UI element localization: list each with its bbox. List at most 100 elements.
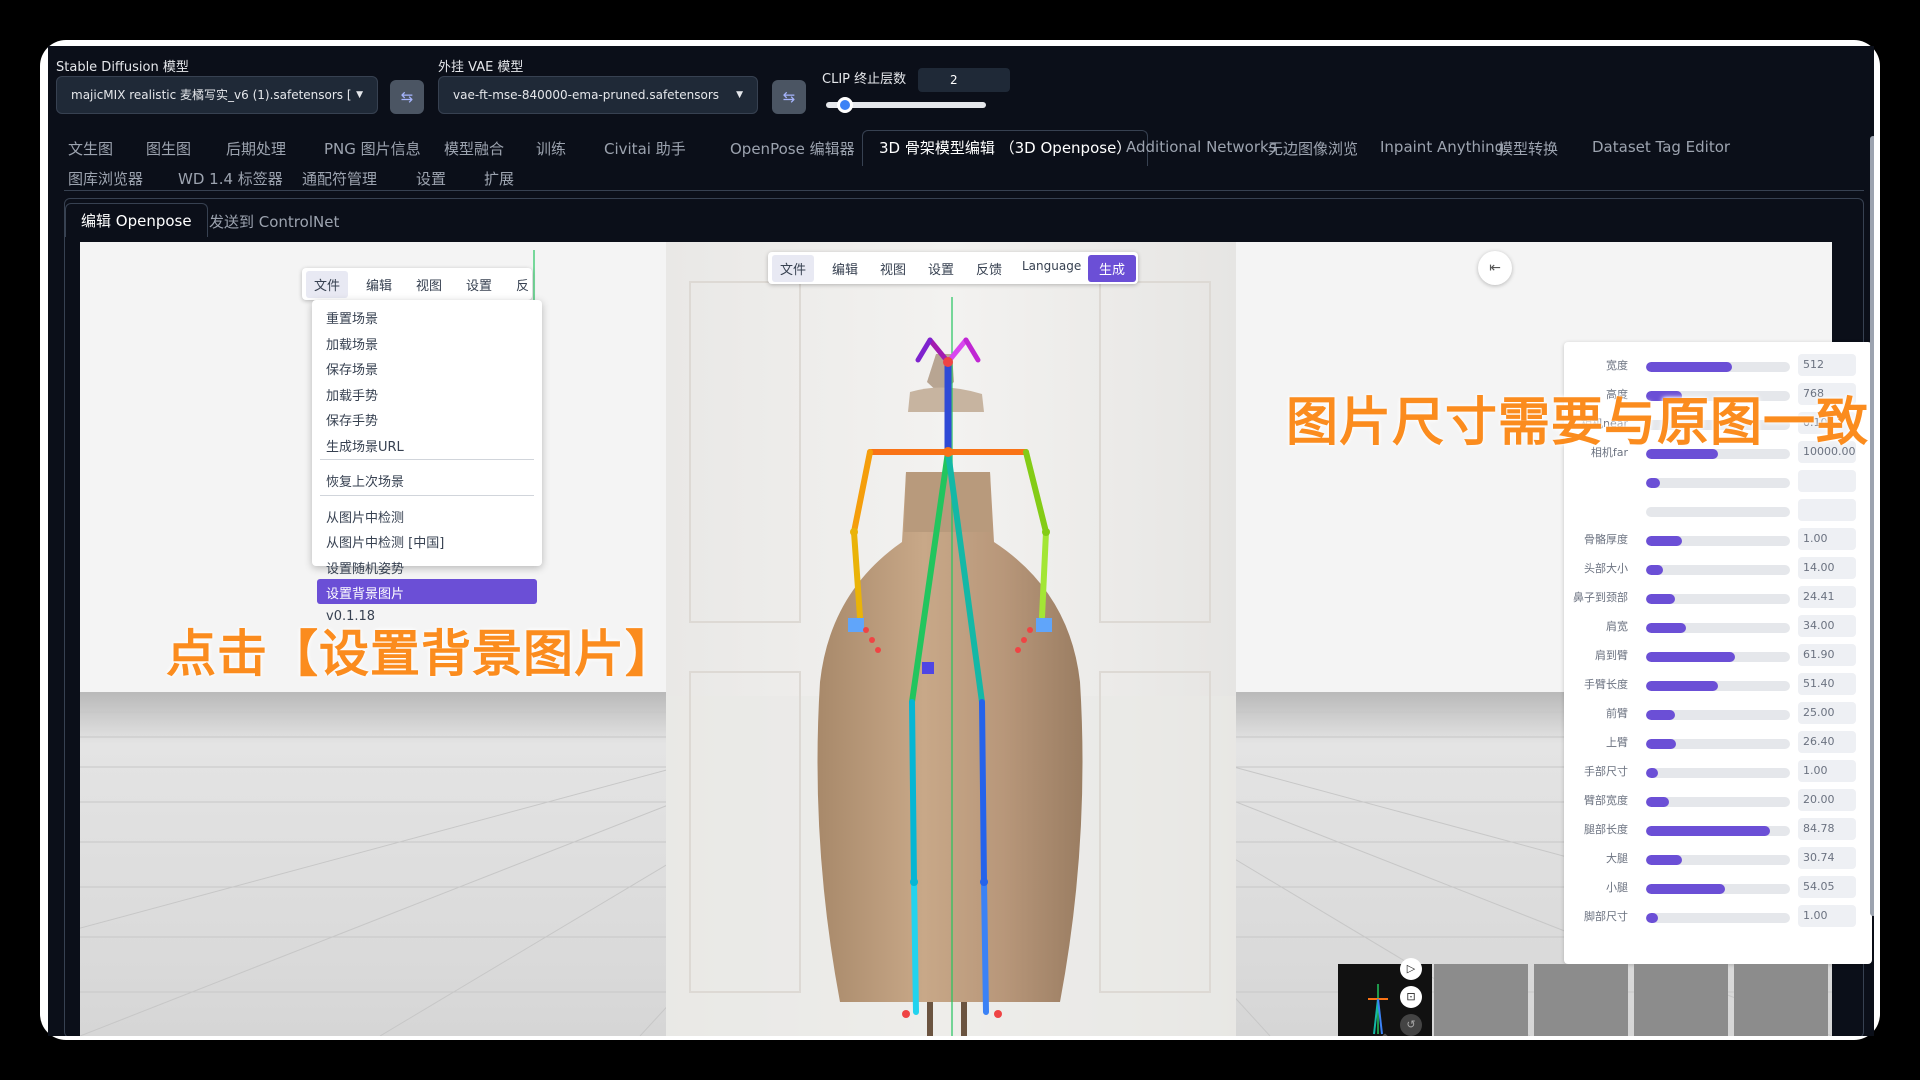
tab-3[interactable]: 后期处理 [226, 138, 286, 159]
param-slider[interactable] [1646, 710, 1790, 720]
tab-5[interactable]: 扩展 [484, 168, 514, 189]
file-menu-item[interactable]: 生成场景URL [326, 436, 404, 455]
tab-4[interactable]: 设置 [416, 168, 446, 189]
lock-icon[interactable]: ⊡ [1400, 986, 1422, 1008]
tab-8[interactable]: OpenPose 编辑器 [730, 138, 855, 159]
param-value-input[interactable]: 512 [1798, 354, 1856, 376]
param-value-input[interactable]: 61.90 [1798, 644, 1856, 666]
file-menu-item[interactable]: 设置背景图片 [317, 579, 537, 604]
tab-6[interactable]: 训练 [536, 138, 566, 159]
param-value-input[interactable]: 30.74 [1798, 847, 1856, 869]
tab-2[interactable]: 图生图 [146, 138, 191, 159]
param-label: 臂部宽度 [1584, 792, 1628, 808]
menu-settings[interactable]: 设置 [466, 275, 492, 294]
param-value-input[interactable]: 14.00 [1798, 557, 1856, 579]
param-value-input[interactable]: 51.40 [1798, 673, 1856, 695]
clip-number-input[interactable]: 2 [918, 68, 1010, 92]
menu-edit[interactable]: 编辑 [366, 275, 392, 294]
sd-refresh-button[interactable]: ⇆ [390, 80, 424, 114]
thumbnail-slot[interactable] [1634, 964, 1728, 1036]
file-menubar: 文件 编辑 视图 设置 反 [302, 268, 532, 300]
param-row [1564, 499, 1864, 523]
param-slider[interactable] [1646, 565, 1790, 575]
file-menu-item[interactable]: 保存手势 [326, 410, 378, 429]
menu-file[interactable]: 文件 [306, 271, 348, 298]
param-slider[interactable] [1646, 507, 1790, 517]
menu-file[interactable]: 文件 [772, 255, 814, 282]
param-slider[interactable] [1646, 478, 1790, 488]
param-slider[interactable] [1646, 536, 1790, 546]
menu-feedback[interactable]: 反馈 [976, 259, 1002, 278]
menu-separator [320, 459, 534, 460]
param-slider[interactable] [1646, 855, 1790, 865]
tab-1[interactable]: 图库浏览器 [68, 168, 143, 189]
param-slider[interactable] [1646, 594, 1790, 604]
param-slider[interactable] [1646, 913, 1790, 923]
param-value-input[interactable]: 1.00 [1798, 528, 1856, 550]
menu-feedback[interactable]: 反 [516, 275, 529, 294]
subtab-edit-openpose[interactable]: 编辑 Openpose [65, 203, 208, 237]
param-slider-fill [1646, 681, 1718, 691]
param-value-input[interactable]: 84.78 [1798, 818, 1856, 840]
play-icon[interactable]: ▷ [1400, 958, 1422, 980]
vae-select[interactable]: vae-ft-mse-840000-ema-pruned.safetensors… [438, 76, 758, 114]
slider-handle[interactable] [837, 97, 853, 113]
thumbnail-slot[interactable] [1734, 964, 1828, 1036]
param-value-input[interactable]: 1.00 [1798, 760, 1856, 782]
param-value-input[interactable]: 54.05 [1798, 876, 1856, 898]
param-slider[interactable] [1646, 652, 1790, 662]
param-value-input[interactable]: 34.00 [1798, 615, 1856, 637]
param-row: 大腿30.74 [1564, 847, 1864, 871]
param-value-input[interactable]: 20.00 [1798, 789, 1856, 811]
param-slider[interactable] [1646, 768, 1790, 778]
file-menu-item[interactable]: 恢复上次场景 [326, 471, 404, 490]
param-slider[interactable] [1646, 623, 1790, 633]
subtab-send-controlnet[interactable]: 发送到 ControlNet [209, 211, 339, 232]
tab-9[interactable]: 3D 骨架模型编辑 （3D Openpose） [862, 130, 1148, 166]
param-value-input[interactable]: 25.00 [1798, 702, 1856, 724]
tab-1[interactable]: 文生图 [68, 138, 113, 159]
file-menu-item[interactable]: 从图片中检测 [中国] [326, 532, 444, 551]
tab-7[interactable]: Civitai 助手 [604, 138, 686, 159]
tab-5[interactable]: 模型融合 [444, 138, 504, 159]
param-slider[interactable] [1646, 362, 1790, 372]
tab-3[interactable]: 通配符管理 [302, 168, 377, 189]
tab-2[interactable]: WD 1.4 标签器 [178, 168, 283, 189]
tab-4[interactable]: PNG 图片信息 [324, 138, 421, 159]
page-scrollbar[interactable] [1870, 136, 1874, 916]
sd-model-select[interactable]: majicMIX realistic 麦橘写实_v6 (1).safetenso… [56, 76, 378, 114]
file-menu-item[interactable]: 加载场景 [326, 334, 378, 353]
thumbnail-slot[interactable] [1534, 964, 1628, 1036]
tab-10[interactable]: Additional Networks [1126, 138, 1277, 156]
param-slider[interactable] [1646, 739, 1790, 749]
clip-slider[interactable] [826, 102, 986, 108]
param-slider[interactable] [1646, 884, 1790, 894]
param-value-input[interactable] [1798, 499, 1856, 521]
collapse-panel-button[interactable]: ⇤ [1478, 251, 1512, 285]
file-menu-item[interactable]: 重置场景 [326, 308, 378, 327]
file-menu-item[interactable]: 加载手势 [326, 385, 378, 404]
tab-14[interactable]: Dataset Tag Editor [1592, 138, 1730, 156]
param-slider[interactable] [1646, 826, 1790, 836]
file-menu-item[interactable]: 保存场景 [326, 359, 378, 378]
param-value-input[interactable]: 24.41 [1798, 586, 1856, 608]
menu-view[interactable]: 视图 [880, 259, 906, 278]
thumbnail-slot[interactable] [1434, 964, 1528, 1036]
undo-icon[interactable]: ↺ [1400, 1014, 1422, 1036]
menu-view[interactable]: 视图 [416, 275, 442, 294]
param-value-input[interactable]: 26.40 [1798, 731, 1856, 753]
menu-settings[interactable]: 设置 [928, 259, 954, 278]
tab-13[interactable]: 模型转换 [1498, 138, 1558, 159]
menu-language[interactable]: Language [1022, 259, 1081, 273]
vae-refresh-button[interactable]: ⇆ [772, 80, 806, 114]
tab-12[interactable]: Inpaint Anything [1380, 138, 1504, 156]
param-value-input[interactable] [1798, 470, 1856, 492]
param-slider[interactable] [1646, 797, 1790, 807]
param-slider[interactable] [1646, 681, 1790, 691]
menu-edit[interactable]: 编辑 [832, 259, 858, 278]
generate-button[interactable]: 生成 [1088, 255, 1136, 282]
file-menu-item[interactable]: 从图片中检测 [326, 507, 404, 526]
file-menu-item[interactable]: 设置随机姿势 [326, 558, 404, 577]
param-value-input[interactable]: 1.00 [1798, 905, 1856, 927]
tab-11[interactable]: 无边图像浏览 [1268, 138, 1358, 159]
